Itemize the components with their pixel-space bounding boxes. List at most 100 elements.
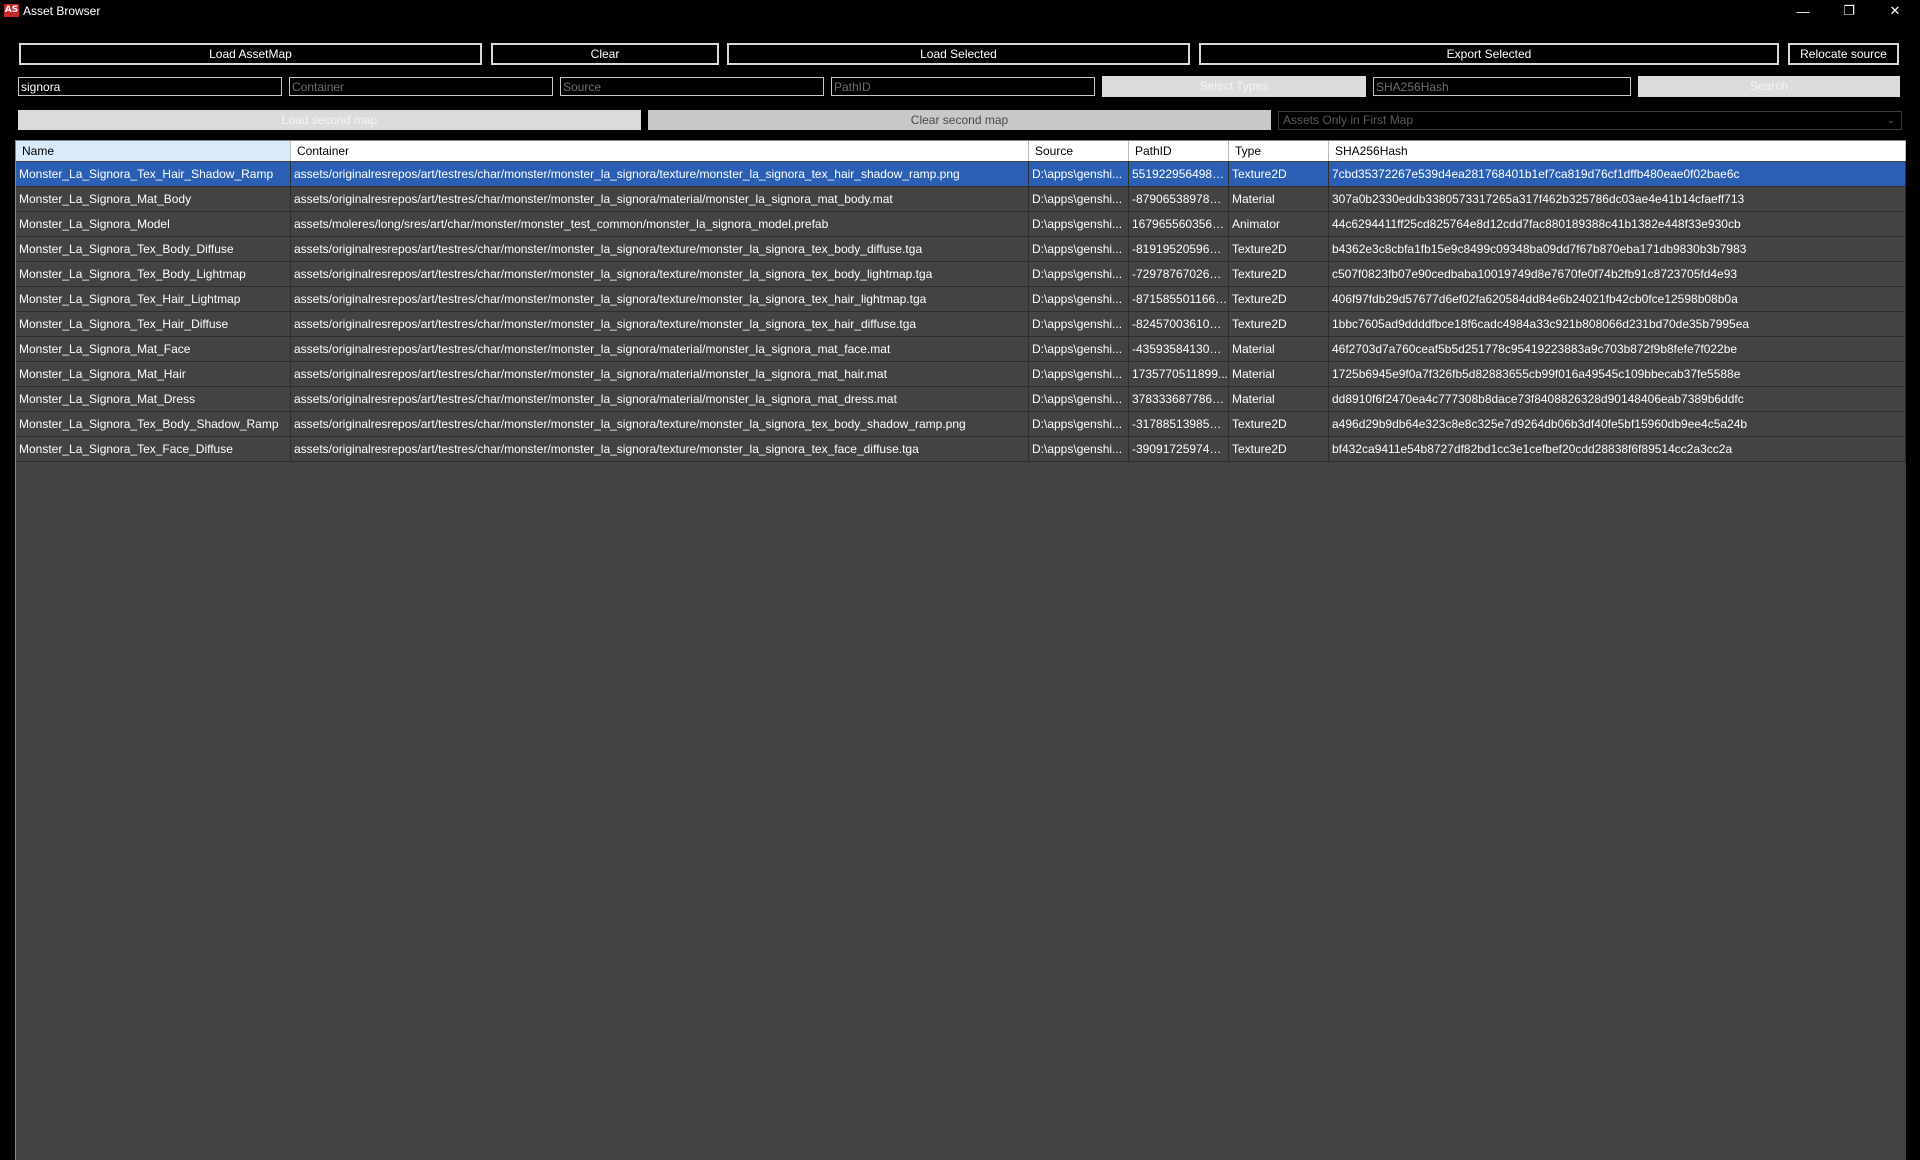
cell-sha256: 1725b6945e9f0a7f326fb5d82883655cb99f016a… <box>1329 362 1906 386</box>
cell-pathid: 3783336877860... <box>1129 387 1229 411</box>
cell-name: Monster_La_Signora_Tex_Hair_Lightmap <box>16 287 291 311</box>
restore-icon[interactable]: ❐ <box>1826 0 1872 22</box>
table-row[interactable]: Monster_La_Signora_Mat_Hair assets/origin… <box>16 362 1906 387</box>
clear-second-map-button[interactable]: Clear second map <box>648 110 1271 130</box>
name-filter-input[interactable] <box>18 77 282 96</box>
table-row[interactable]: Monster_La_Signora_Tex_Face_Diffuse asset… <box>16 437 1906 462</box>
cell-pathid: -8245700361065... <box>1129 312 1229 336</box>
cell-name: Monster_La_Signora_Mat_Face <box>16 337 291 361</box>
cell-type: Texture2D <box>1229 287 1329 311</box>
cell-name: Monster_La_Signora_Tex_Face_Diffuse <box>16 437 291 461</box>
column-header-type[interactable]: Type <box>1229 141 1329 161</box>
cell-name: Monster_La_Signora_Tex_Body_Diffuse <box>16 237 291 261</box>
cell-type: Material <box>1229 337 1329 361</box>
cell-container: assets/originalresrepos/art/testres/char… <box>291 312 1029 336</box>
cell-type: Texture2D <box>1229 162 1329 186</box>
cell-source: D:\apps\genshi... <box>1029 262 1129 286</box>
cell-sha256: b4362e3c8cbfa1fb15e9c8499c09348ba09dd7f6… <box>1329 237 1906 261</box>
cell-sha256: 7cbd35372267e539d4ea281768401b1ef7ca819d… <box>1329 162 1906 186</box>
table-row[interactable]: Monster_La_Signora_Tex_Body_Diffuse asset… <box>16 237 1906 262</box>
cell-pathid: 5519229564981... <box>1129 162 1229 186</box>
source-filter-input[interactable] <box>560 77 824 96</box>
cell-name: Monster_La_Signora_Mat_Hair <box>16 362 291 386</box>
cell-name: Monster_La_Signora_Tex_Hair_Diffuse <box>16 312 291 336</box>
cell-container: assets/originalresrepos/art/testres/char… <box>291 412 1029 436</box>
title-bar: AS Asset Browser — ❐ ✕ <box>0 0 1920 22</box>
cell-pathid: 1679655603564... <box>1129 212 1229 236</box>
cell-source: D:\apps\genshi... <box>1029 362 1129 386</box>
load-second-map-button[interactable]: Load second map <box>18 110 641 130</box>
cell-sha256: a496d29b9db64e323c8e8c325e7d9264db06b3df… <box>1329 412 1906 436</box>
select-types-button[interactable]: Select Types <box>1102 76 1366 97</box>
table-header: Name Container Source PathID Type SHA256… <box>16 141 1906 161</box>
cell-type: Texture2D <box>1229 312 1329 336</box>
cell-pathid: -3909172597406... <box>1129 437 1229 461</box>
cell-type: Material <box>1229 187 1329 211</box>
table-row[interactable]: Monster_La_Signora_Tex_Hair_Shadow_Ramp a… <box>16 162 1906 187</box>
cell-type: Texture2D <box>1229 437 1329 461</box>
cell-source: D:\apps\genshi... <box>1029 337 1129 361</box>
column-header-sha256[interactable]: SHA256Hash <box>1329 141 1906 161</box>
load-assetmap-button[interactable]: Load AssetMap <box>19 43 482 65</box>
cell-container: assets/originalresrepos/art/testres/char… <box>291 437 1029 461</box>
table-row[interactable]: Monster_La_Signora_Tex_Hair_Diffuse asset… <box>16 312 1906 337</box>
table-row[interactable]: Monster_La_Signora_Tex_Body_Lightmap asse… <box>16 262 1906 287</box>
column-header-container[interactable]: Container <box>291 141 1029 161</box>
relocate-source-button[interactable]: Relocate source <box>1788 43 1899 65</box>
cell-name: Monster_La_Signora_Tex_Body_Lightmap <box>16 262 291 286</box>
chevron-down-icon: ⌄ <box>1886 115 1895 126</box>
cell-container: assets/originalresrepos/art/testres/char… <box>291 237 1029 261</box>
cell-sha256: 44c6294411ff25cd825764e8d12cdd7fac880189… <box>1329 212 1906 236</box>
table-row[interactable]: Monster_La_Signora_Model assets/moleres/l… <box>16 212 1906 237</box>
cell-name: Monster_La_Signora_Tex_Hair_Shadow_Ramp <box>16 162 291 186</box>
cell-name: Monster_La_Signora_Mat_Body <box>16 187 291 211</box>
column-header-name[interactable]: Name <box>16 141 291 161</box>
cell-type: Material <box>1229 387 1329 411</box>
cell-pathid: -3178851398526... <box>1129 412 1229 436</box>
cell-source: D:\apps\genshi... <box>1029 312 1129 336</box>
sha256-filter-input[interactable] <box>1373 77 1631 96</box>
cell-container: assets/originalresrepos/art/testres/char… <box>291 187 1029 211</box>
cell-sha256: 1bbc7605ad9ddddfbce18f6cadc4984a33c921b8… <box>1329 312 1906 336</box>
cell-source: D:\apps\genshi... <box>1029 287 1129 311</box>
container-filter-input[interactable] <box>289 77 553 96</box>
table-row[interactable]: Monster_La_Signora_Tex_Body_Shadow_Ramp a… <box>16 412 1906 437</box>
table-row[interactable]: Monster_La_Signora_Tex_Hair_Lightmap asse… <box>16 287 1906 312</box>
cell-container: assets/originalresrepos/art/testres/char… <box>291 337 1029 361</box>
table-row[interactable]: Monster_La_Signora_Mat_Body assets/origin… <box>16 187 1906 212</box>
cell-source: D:\apps\genshi... <box>1029 387 1129 411</box>
cell-type: Texture2D <box>1229 412 1329 436</box>
map-compare-dropdown[interactable]: Assets Only in First Map ⌄ <box>1278 111 1902 130</box>
cell-sha256: bf432ca9411e54b8727df82bd1cc3e1cefbef20c… <box>1329 437 1906 461</box>
clear-button[interactable]: Clear <box>491 43 719 65</box>
table-row[interactable]: Monster_La_Signora_Mat_Dress assets/origi… <box>16 387 1906 412</box>
cell-sha256: 406f97fdb29d57677d6ef02fa620584dd84e6b24… <box>1329 287 1906 311</box>
cell-name: Monster_La_Signora_Mat_Dress <box>16 387 291 411</box>
cell-container: assets/originalresrepos/art/testres/char… <box>291 262 1029 286</box>
cell-name: Monster_La_Signora_Model <box>16 212 291 236</box>
column-header-source[interactable]: Source <box>1029 141 1129 161</box>
cell-sha256: dd8910f6f2470ea4c777308b8dace73f84088263… <box>1329 387 1906 411</box>
cell-type: Animator <box>1229 212 1329 236</box>
cell-pathid: -4359358413001... <box>1129 337 1229 361</box>
cell-source: D:\apps\genshi... <box>1029 437 1129 461</box>
window-title: Asset Browser <box>23 4 101 18</box>
cell-container: assets/originalresrepos/art/testres/char… <box>291 362 1029 386</box>
pathid-filter-input[interactable] <box>831 77 1095 96</box>
cell-container: assets/originalresrepos/art/testres/char… <box>291 287 1029 311</box>
cell-sha256: 46f2703d7a760ceaf5b5d251778c95419223883a… <box>1329 337 1906 361</box>
asset-table: Name Container Source PathID Type SHA256… <box>15 140 1906 1160</box>
load-selected-button[interactable]: Load Selected <box>727 43 1190 65</box>
cell-pathid: 1735770511899... <box>1129 362 1229 386</box>
cell-source: D:\apps\genshi... <box>1029 187 1129 211</box>
minimize-icon[interactable]: — <box>1780 0 1826 22</box>
column-header-pathid[interactable]: PathID <box>1129 141 1229 161</box>
search-button[interactable]: Search <box>1638 76 1900 97</box>
close-icon[interactable]: ✕ <box>1872 0 1918 22</box>
cell-source: D:\apps\genshi... <box>1029 162 1129 186</box>
export-selected-button[interactable]: Export Selected <box>1199 43 1779 65</box>
cell-sha256: 307a0b2330eddb3380573317265a317f462b3257… <box>1329 187 1906 211</box>
table-row[interactable]: Monster_La_Signora_Mat_Face assets/origin… <box>16 337 1906 362</box>
cell-pathid: -7297876702665... <box>1129 262 1229 286</box>
cell-source: D:\apps\genshi... <box>1029 212 1129 236</box>
